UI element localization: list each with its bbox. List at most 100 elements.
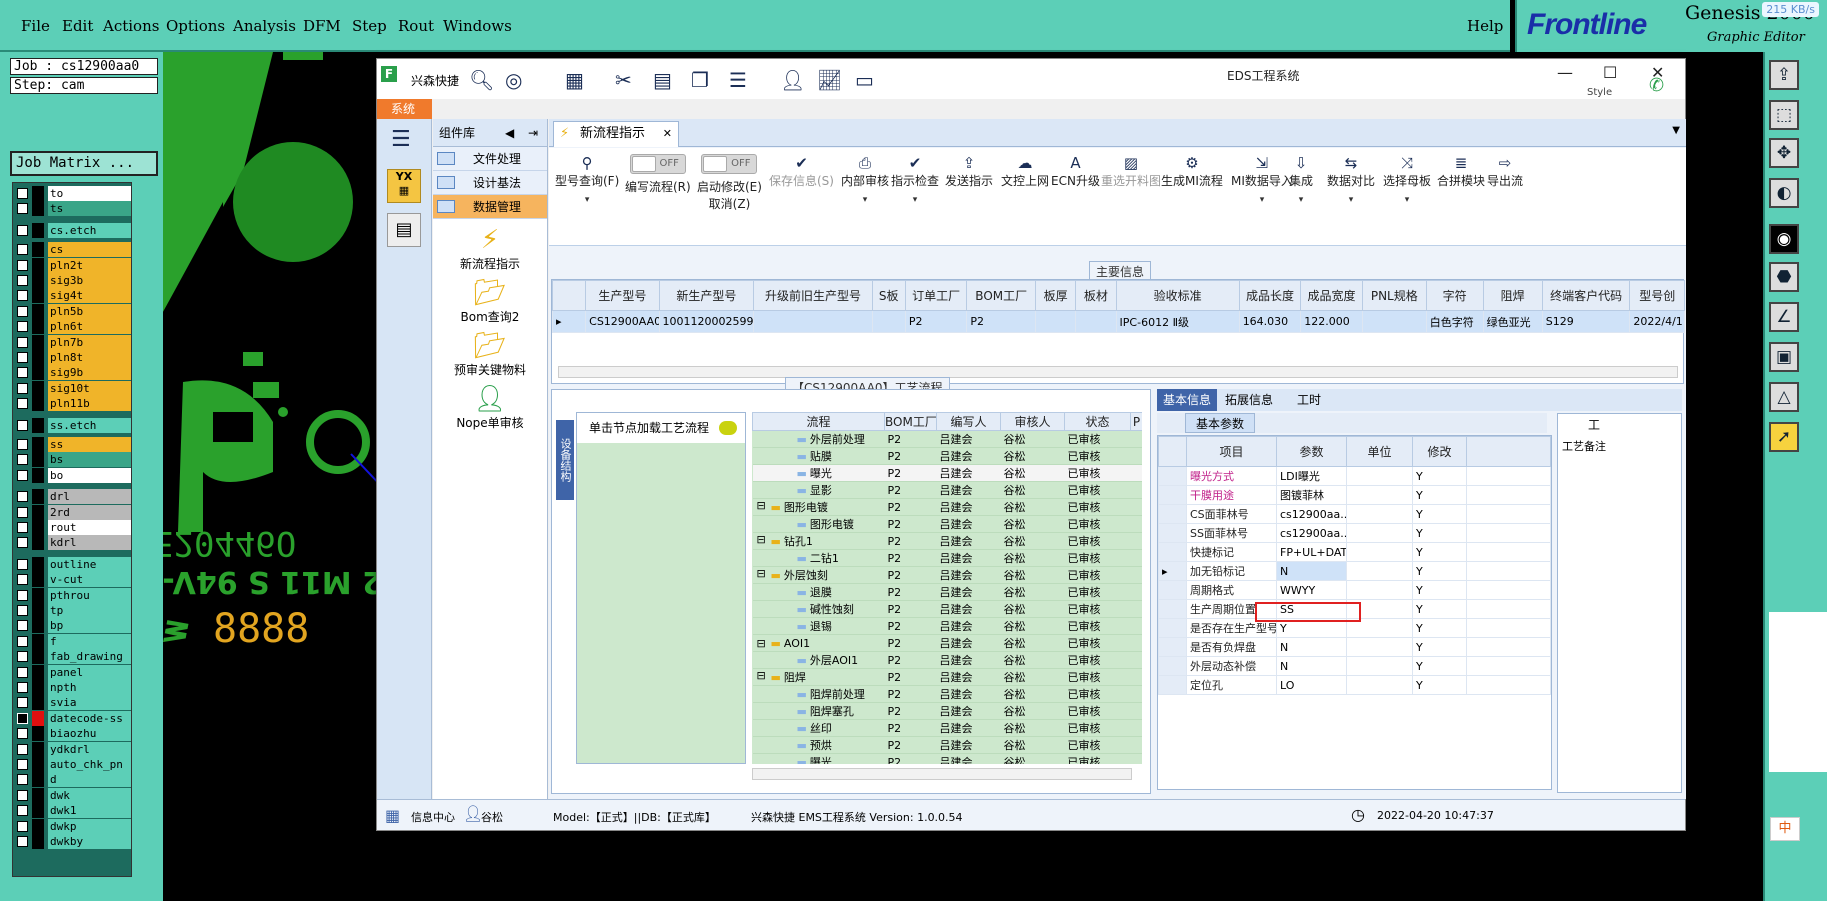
process-row[interactable]: ⊟ ▬ 图形电镀 P2 吕建会 谷松 已审核: [752, 498, 1142, 516]
ribbon-button[interactable]: OFF 启动修改(E) 取消(Z): [697, 154, 762, 212]
layer-row[interactable]: pln8t: [15, 350, 131, 365]
param-row[interactable]: 定位孔 LO Y: [1158, 675, 1551, 695]
tab-new-process[interactable]: ⚡︎ 新流程指示 ✕: [553, 121, 679, 147]
param-modify[interactable]: Y: [1412, 618, 1467, 638]
column-header[interactable]: 成品长度: [1238, 280, 1302, 311]
layer-name[interactable]: tp: [48, 603, 131, 618]
table-cell[interactable]: [753, 310, 873, 333]
table-cell[interactable]: 10011200025996: [658, 310, 755, 333]
layer-checkbox[interactable]: [17, 224, 28, 236]
process-row[interactable]: ▬ 显影 P2 吕建会 谷松 已审核: [752, 481, 1142, 499]
measure-icon[interactable]: ∠: [1769, 302, 1799, 332]
layer-row[interactable]: sig9b: [15, 365, 131, 381]
collapse-arrow-icon[interactable]: ◀: [505, 119, 514, 147]
ribbon-button[interactable]: ☁ 文控上网: [1001, 154, 1049, 189]
layer-row[interactable]: to: [15, 186, 131, 201]
layer-name[interactable]: f: [48, 633, 131, 649]
ribbon-button[interactable]: ▨ 重选开料图: [1101, 154, 1161, 189]
process-row[interactable]: ⊟ ▬ 外层蚀刻 P2 吕建会 谷松 已审核: [752, 566, 1142, 584]
grid-apps-icon[interactable]: ▦: [385, 806, 400, 825]
dropdown-arrow-icon[interactable]: ▾: [1327, 195, 1375, 205]
menu-list-icon[interactable]: ☰: [729, 68, 747, 92]
layer-name[interactable]: cs: [48, 242, 131, 258]
layer-checkbox[interactable]: [17, 759, 28, 770]
layer-row[interactable]: dwkby: [15, 834, 131, 849]
layer-name[interactable]: d: [48, 772, 131, 788]
process-row[interactable]: ▬ 二钻1 P2 吕建会 谷松 已审核: [752, 549, 1142, 567]
column-header[interactable]: 参数: [1276, 436, 1347, 467]
process-name-cell[interactable]: ▬ 外层AOI1: [752, 651, 885, 669]
table-row[interactable]: ▸ CS12900AA0 10011200025996 P2 P2 IPC-6012 Ⅱ级…: [551, 310, 1685, 333]
layer-checkbox[interactable]: [17, 439, 28, 450]
param-row[interactable]: 是否有负焊盘 N Y: [1158, 637, 1551, 657]
ime-lang-indicator[interactable]: 中: [1770, 817, 1800, 841]
param-modify[interactable]: Y: [1412, 504, 1467, 524]
ribbon-button[interactable]: A ECN升级: [1051, 154, 1100, 189]
layer-row[interactable]: sig3b: [15, 273, 131, 288]
step-field[interactable]: Step: cam: [10, 77, 158, 94]
layer-checkbox[interactable]: [17, 558, 28, 570]
column-header[interactable]: BOM工厂: [966, 280, 1037, 311]
layer-row[interactable]: v-cut: [15, 572, 131, 588]
param-unit[interactable]: [1346, 637, 1413, 657]
param-row[interactable]: 外层动态补偿 N Y: [1158, 656, 1551, 676]
pin-icon[interactable]: ⇥: [528, 119, 538, 147]
tool-prereview[interactable]: 📂︎ 预审关键物料: [433, 331, 547, 378]
column-header[interactable]: 阻焊: [1482, 280, 1543, 311]
param-row[interactable]: CS面菲林号 cs12900aa... Y: [1158, 504, 1551, 524]
table-cell[interactable]: 绿色亚光: [1482, 310, 1543, 333]
net-icon[interactable]: ⬣: [1769, 262, 1799, 292]
layer-row[interactable]: d: [15, 772, 131, 788]
param-value[interactable]: WWYY: [1276, 580, 1347, 600]
layer-checkbox[interactable]: [17, 352, 28, 363]
param-row[interactable]: SS面菲林号 cs12900aa... Y: [1158, 523, 1551, 543]
param-modify[interactable]: Y: [1412, 656, 1467, 676]
layer-row[interactable]: cs.etch: [15, 222, 131, 238]
layer-name[interactable]: datecode-ss: [48, 710, 131, 726]
tool-nope-review[interactable]: 👤︎ Nope单审核: [433, 384, 547, 431]
process-name-cell[interactable]: ▬ 曝光: [752, 464, 885, 482]
process-tree[interactable]: 流程 BOM工厂 编写人 审核人 状态 P ▬ 外层前处理 P2 吕建会 谷松 已审核 ▬ 贴膜 P2 吕建会…: [752, 412, 1142, 764]
layer-name[interactable]: pln5b: [48, 303, 131, 319]
process-name-cell[interactable]: ▬ 阻焊塞孔: [752, 702, 885, 720]
layer-checkbox[interactable]: [17, 537, 28, 549]
process-row[interactable]: ▬ 退膜 P2 吕建会 谷松 已审核: [752, 583, 1142, 601]
layer-name[interactable]: panel: [48, 664, 131, 680]
param-value[interactable]: LDI曝光: [1276, 466, 1347, 486]
process-row[interactable]: ▬ 阻焊前处理 P2 吕建会 谷松 已审核: [752, 685, 1142, 703]
layer-row[interactable]: drl: [15, 489, 131, 505]
layer-row[interactable]: fab_drawing: [15, 649, 131, 665]
layer-name[interactable]: sig4t: [48, 288, 131, 304]
job-field[interactable]: Job : cs12900aa0: [10, 58, 158, 75]
process-name-cell[interactable]: ▬ 阻焊前处理: [752, 685, 885, 703]
tool-bom-query[interactable]: 📂︎ Bom查询2: [433, 278, 547, 325]
layer-checkbox[interactable]: [17, 666, 28, 678]
collapse-icon[interactable]: ⊟: [757, 637, 766, 650]
param-unit[interactable]: [1346, 580, 1413, 600]
collapse-icon[interactable]: ⊟: [757, 533, 766, 546]
layer-checkbox[interactable]: [17, 398, 28, 410]
layer-checkbox[interactable]: [17, 743, 28, 755]
layer-checkbox[interactable]: [17, 522, 28, 533]
column-header[interactable]: 终端客户代码: [1541, 280, 1631, 311]
column-header[interactable]: 流程: [752, 412, 885, 431]
layer-name[interactable]: v-cut: [48, 572, 131, 588]
column-header[interactable]: S板: [871, 280, 906, 311]
layer-name[interactable]: pln11b: [48, 396, 131, 412]
job-matrix-button[interactable]: Job Matrix ...: [10, 151, 158, 176]
primary-hscrollbar[interactable]: [558, 366, 1678, 378]
phone-icon[interactable]: ✆: [1649, 75, 1664, 96]
layer-checkbox[interactable]: [17, 651, 28, 663]
column-header[interactable]: 验收标准: [1115, 280, 1240, 311]
param-unit[interactable]: [1346, 542, 1413, 562]
column-header[interactable]: 型号创: [1629, 280, 1685, 311]
layer-name[interactable]: biaozhu: [48, 726, 131, 742]
process-name-cell[interactable]: ⊟ ▬ 外层蚀刻: [752, 566, 885, 584]
layer-row[interactable]: rout: [15, 520, 131, 535]
process-name-cell[interactable]: ⊟ ▬ 钻孔1: [752, 532, 885, 550]
layer-name[interactable]: sig9b: [48, 365, 131, 381]
layer-name[interactable]: sig10t: [48, 380, 131, 396]
process-row[interactable]: ▬ 曝光 P2 吕建会 谷松 已审核: [752, 753, 1142, 764]
layer-checkbox[interactable]: [17, 805, 28, 817]
layer-row[interactable]: dwkp: [15, 818, 131, 834]
